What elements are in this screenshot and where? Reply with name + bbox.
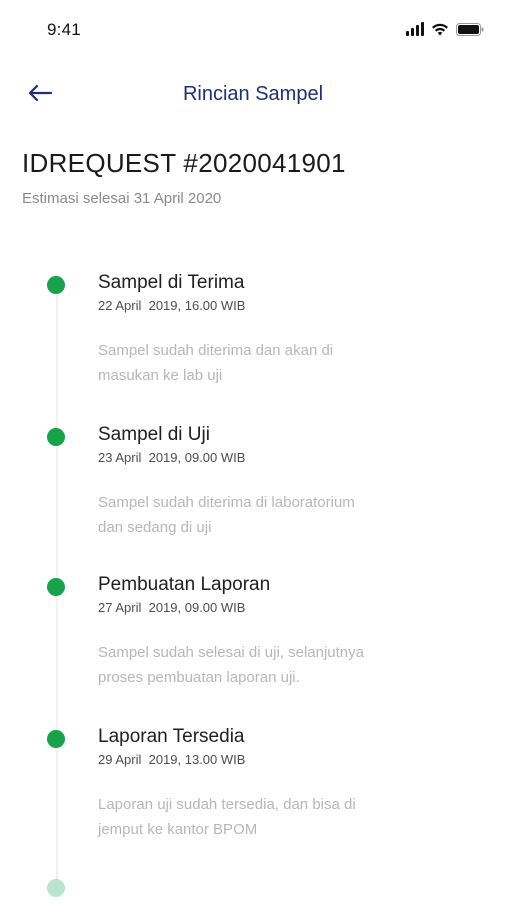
step-title: Sampel di Uji: [98, 424, 210, 445]
step-title: Laporan Tersedia: [98, 726, 245, 747]
step-status-dot: [47, 578, 65, 596]
estimated-completion: Estimasi selesai 31 April 2020: [22, 190, 222, 207]
step-description: Sampel sudah selesai di uji, selanjutnya…: [98, 644, 364, 686]
step-description: Laporan uji sudah tersedia, dan bisa di …: [98, 796, 356, 838]
step-status-dot: [47, 730, 65, 748]
step-status-dot-pending: [47, 879, 65, 897]
status-time: 9:41: [47, 20, 81, 39]
page-title: Rincian Sampel: [182, 83, 324, 105]
request-id: IDREQUEST #2020041901: [22, 148, 346, 178]
step-date: 23 April 2019, 09.00 WIB: [98, 450, 246, 465]
step-date: 29 April 2019, 13.00 WIB: [98, 752, 246, 767]
status-bar: 9:41: [0, 0, 506, 60]
step-status-dot: [47, 428, 65, 446]
app-header: Rincian Sampel: [0, 70, 506, 116]
step-date: 27 April 2019, 09.00 WIB: [98, 600, 246, 615]
status-icons: [406, 22, 484, 36]
step-title: Sampel di Terima: [98, 272, 245, 293]
step-date: 22 April 2019, 16.00 WIB: [98, 298, 246, 313]
step-description: Sampel sudah diterima dan akan di masuka…: [98, 342, 334, 384]
step-description: Sampel sudah diterima di laboratorium da…: [98, 494, 355, 536]
battery-icon: [456, 22, 484, 36]
step-status-dot: [47, 276, 65, 294]
wifi-icon: [431, 22, 449, 36]
step-title: Pembuatan Laporan: [98, 574, 271, 595]
cellular-signal-icon: [406, 22, 424, 36]
